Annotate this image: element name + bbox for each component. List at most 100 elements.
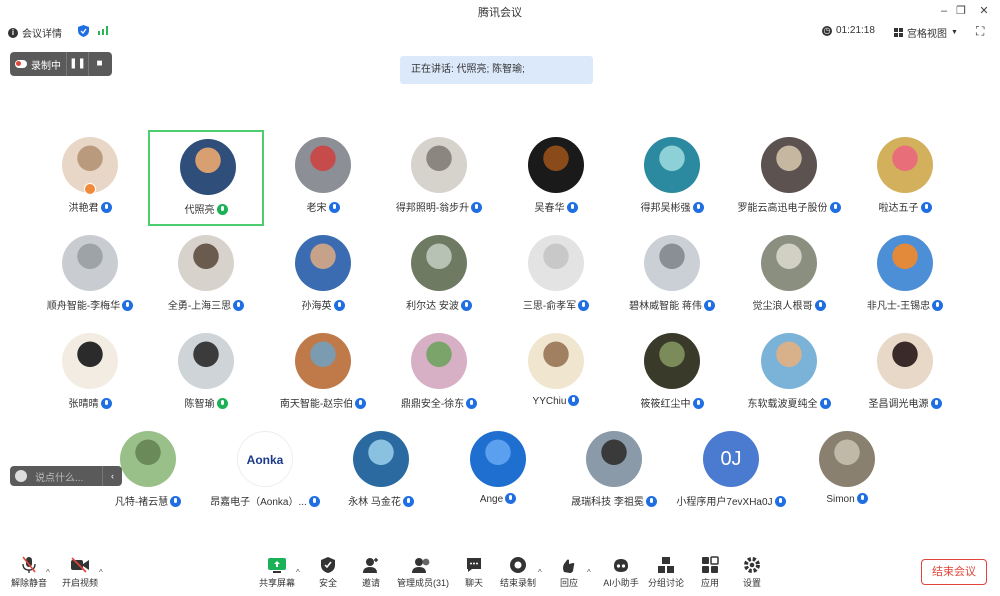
avatar: [411, 137, 467, 193]
participant-tile[interactable]: 非凡士-王锡忠: [847, 228, 963, 324]
collapse-chat-icon[interactable]: ‹: [102, 466, 122, 486]
participant-tile[interactable]: 晟瑞科技 李祖冕: [556, 424, 672, 520]
avatar: [877, 333, 933, 389]
pause-recording-button[interactable]: ❚❚: [66, 52, 88, 76]
participant-tile[interactable]: 得邦吴彬强: [614, 130, 730, 226]
participant-tile[interactable]: Simon: [789, 424, 905, 520]
share-screen-button[interactable]: 共享屏幕: [252, 554, 302, 589]
meeting-info-button[interactable]: i 会议详情: [8, 25, 62, 40]
chevron-up-icon[interactable]: ^: [296, 568, 300, 577]
participant-name-text: 圣昌调光电源: [868, 399, 929, 410]
participant-tile[interactable]: 代照亮: [148, 130, 264, 226]
close-icon[interactable]: ✕: [975, 2, 993, 20]
recording-indicator: 录制中 ❚❚ ■: [10, 52, 112, 76]
avatar: [761, 333, 817, 389]
participant-tile[interactable]: 鼎鼎安全-徐东: [381, 326, 497, 422]
participant-tile[interactable]: Aonka 昂嘉电子（Aonka）...: [207, 424, 323, 520]
participant-tile[interactable]: 张晴晴: [32, 326, 148, 422]
avatar: [295, 235, 351, 291]
participant-name: 全勇-上海三思: [148, 297, 264, 312]
chevron-up-icon[interactable]: ^: [587, 568, 591, 577]
mic-status-icon: [819, 398, 831, 409]
chevron-up-icon[interactable]: ^: [538, 568, 542, 577]
ai-assistant-button[interactable]: AI小助手: [596, 554, 646, 589]
stop-recording-button[interactable]: ■: [88, 52, 110, 76]
participant-tile[interactable]: YYChiu: [498, 326, 614, 422]
participant-tile[interactable]: 老宋: [265, 130, 381, 226]
participant-tile[interactable]: 永林 马金花: [323, 424, 439, 520]
participant-name: 永林 马金花: [323, 493, 439, 508]
start-video-button[interactable]: 开启视频: [55, 554, 105, 589]
avatar: [586, 431, 642, 487]
participant-tile[interactable]: 利尔达 安波: [381, 228, 497, 324]
participant-name-text: 三思-俞孝军: [522, 301, 577, 312]
reaction-icon: [563, 559, 575, 573]
end-record-label: 结束录制: [499, 578, 536, 588]
participant-tile[interactable]: 三思-俞孝军: [498, 228, 614, 324]
chat-placeholder: 说点什么...: [35, 472, 84, 484]
participant-name-text: 南天智能-赵宗伯: [279, 399, 354, 410]
emoji-icon[interactable]: [15, 470, 27, 482]
participant-tile[interactable]: 陈智瑜: [148, 326, 264, 422]
participant-tile[interactable]: 全勇-上海三思: [148, 228, 264, 324]
participant-name-text: 得邦照明-翁步升: [395, 203, 470, 214]
chevron-up-icon[interactable]: ^: [99, 568, 103, 577]
participant-tile[interactable]: 南天智能-赵宗伯: [265, 326, 381, 422]
participant-tile[interactable]: 东软载波夏纯全: [731, 326, 847, 422]
mic-status-icon: [100, 398, 112, 409]
mic-status-icon: [692, 398, 704, 409]
participant-tile[interactable]: 啦达五子: [847, 130, 963, 226]
invite-button[interactable]: 邀请: [346, 554, 396, 589]
signal-icon[interactable]: [98, 25, 110, 35]
mic-status-icon: [930, 398, 942, 409]
participant-tile[interactable]: 吴春华: [498, 130, 614, 226]
participant-tile[interactable]: 孙海英: [265, 228, 381, 324]
end-record-button[interactable]: 结束录制: [493, 554, 543, 589]
participant-tile[interactable]: Ange: [440, 424, 556, 520]
avatar: [470, 431, 526, 487]
participant-tile[interactable]: 碧林威智能 蒋伟: [614, 228, 730, 324]
chevron-up-icon[interactable]: ^: [46, 568, 50, 577]
view-mode-button[interactable]: 宫格视图 ▼: [894, 25, 958, 40]
share-screen-icon: [268, 558, 286, 573]
participant-tile[interactable]: 顺舟智能-李梅华: [32, 228, 148, 324]
participant-tile[interactable]: 圣昌调光电源: [847, 326, 963, 422]
mic-status-icon: [692, 202, 704, 213]
avatar: 0J: [703, 431, 759, 487]
fullscreen-icon[interactable]: ⛶: [976, 24, 984, 39]
unmute-label: 解除静音: [10, 578, 47, 588]
mic-status-icon: [566, 202, 578, 213]
participant-name: 小程序用户7evXHa0J: [673, 493, 789, 508]
chat-button[interactable]: 聊天: [449, 554, 499, 589]
restore-icon[interactable]: ❐: [952, 2, 970, 20]
participant-name: 晟瑞科技 李祖冕: [556, 493, 672, 508]
record-stop-icon: [510, 557, 526, 573]
settings-button[interactable]: 设置: [727, 554, 777, 589]
mic-status-icon: [122, 300, 134, 311]
participant-tile[interactable]: 得邦照明-翁步升: [381, 130, 497, 226]
participant-tile[interactable]: 觉尘浪人根哥: [731, 228, 847, 324]
security-shield-icon[interactable]: [78, 25, 89, 37]
participant-name-text: 利尔达 安波: [406, 301, 459, 312]
info-icon: i: [8, 27, 18, 38]
camera-off-icon: [71, 557, 89, 573]
participant-name-text: 代照亮: [184, 205, 215, 216]
end-meeting-button[interactable]: 结束会议: [921, 559, 987, 585]
manage-members-button[interactable]: 管理成员(31): [397, 554, 449, 589]
ai-bot-icon: [614, 559, 628, 572]
participant-tile[interactable]: 洪艳君: [32, 130, 148, 226]
participant-tile[interactable]: 筱筱红尘中: [614, 326, 730, 422]
mic-status-icon: [578, 300, 590, 311]
participant-name-text: 碧林威智能 蒋伟: [629, 301, 702, 312]
participant-tile[interactable]: 0J 小程序用户7evXHa0J: [673, 424, 789, 520]
chat-label: 聊天: [464, 578, 483, 588]
avatar: [877, 235, 933, 291]
recording-label: 录制中: [31, 60, 61, 72]
participant-name-text: 晟瑞科技 李祖冕: [571, 497, 644, 508]
minimize-icon[interactable]: –: [935, 2, 953, 20]
breakout-button[interactable]: 分组讨论: [641, 554, 691, 589]
participant-tile[interactable]: 罗能云高迅电子股份: [731, 130, 847, 226]
participant-name-text: 孙海英: [301, 301, 332, 312]
participant-name-text: 全勇-上海三思: [167, 301, 232, 312]
chat-input-box[interactable]: 说点什么... ‹: [10, 466, 122, 486]
